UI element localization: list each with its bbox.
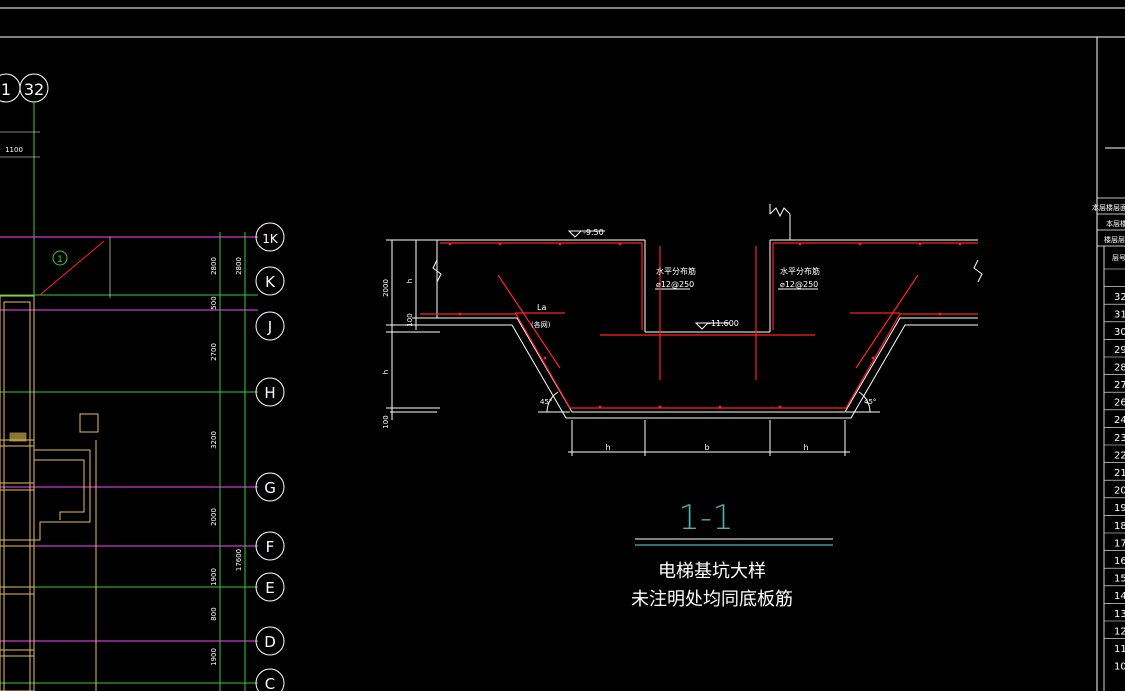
dim-label: h (605, 443, 610, 452)
section-title: 电梯基坑大样 (658, 561, 766, 582)
table-row-number: 19 (1114, 503, 1125, 514)
floor-plan: 1 32 1100 1 2800 2800 500 2700 3200 2000… (0, 73, 285, 691)
dim-label: h (803, 443, 808, 452)
table-header: 本层楼层面 (1092, 203, 1125, 212)
dim-label: 2000 (382, 279, 390, 297)
table-row-number: 17 (1114, 538, 1125, 549)
table-row-number: 29 (1114, 345, 1125, 356)
la-label: La (537, 303, 546, 312)
section-subtitle: 未注明处均同底板筋 (631, 589, 793, 610)
angle-label: 45° (864, 398, 876, 406)
table-row-number: 11 (1114, 644, 1125, 655)
table-row-number: 22 (1114, 450, 1125, 461)
dim-label: 2000 (210, 508, 218, 526)
axis-label: C (265, 675, 275, 691)
table-col-head: 层号 (1112, 254, 1125, 262)
dim-label: 100 (382, 415, 390, 428)
axis-label: 32 (24, 80, 44, 99)
dim-label: h (406, 279, 414, 283)
table-row-number: 24 (1114, 415, 1125, 426)
table-row-number: 10 (1114, 662, 1125, 673)
axis-label: E (265, 579, 274, 597)
rebar-note: 水平分布筋 (656, 266, 696, 276)
dim-label: 17600 (235, 549, 243, 571)
section-number: 1-1 (678, 498, 734, 538)
table-row-number: 26 (1114, 398, 1125, 409)
dim-label: b (704, 443, 709, 452)
dim-label: 1100 (5, 146, 23, 154)
table-row-number: 23 (1114, 433, 1125, 444)
rebar-note: ⌀12@250 (780, 280, 818, 289)
table-row-number: 21 (1114, 468, 1125, 479)
rebar-note: 水平分布筋 (780, 266, 820, 276)
table-row-number: 16 (1114, 556, 1125, 567)
table-row-number: 28 (1114, 362, 1125, 373)
table-row-number: 13 (1114, 609, 1125, 620)
axis-label: H (264, 384, 275, 402)
angle-label: 45° (540, 398, 552, 406)
axis-label: K (265, 273, 276, 291)
table-row-number: 32 (1114, 292, 1125, 303)
table-row-number: 31 (1114, 310, 1125, 321)
table-row-number: 27 (1114, 380, 1125, 391)
axis-label: 1K (262, 232, 279, 246)
dim-label: h (382, 370, 390, 374)
level-top: -9.50 (583, 228, 604, 237)
table-header: 本层楼层 (1106, 219, 1125, 228)
axis-label: F (266, 538, 275, 556)
drawing-frame (0, 7, 1125, 691)
table-header: 楼层层高 (1104, 235, 1125, 244)
dim-label: 800 (210, 607, 218, 620)
dim-label: 500 (210, 296, 218, 309)
axis-label: 1 (1, 80, 11, 99)
table-row-number: 20 (1114, 486, 1125, 497)
dim-label: 100 (406, 313, 414, 326)
cad-canvas[interactable]: 1 32 1100 1 2800 2800 500 2700 3200 2000… (0, 0, 1125, 691)
note-bubble-label: 1 (57, 255, 63, 265)
table-row-number: 15 (1114, 574, 1125, 585)
axis-bubbles-right (255, 222, 285, 691)
dim-label: 2800 (235, 257, 243, 275)
dim-label: 1900 (210, 568, 218, 586)
dim-label: 2700 (210, 343, 218, 361)
axis-label: G (264, 479, 276, 497)
axis-label: J (267, 318, 272, 336)
table-row-number: 12 (1114, 626, 1125, 637)
dim-label: 3200 (210, 431, 218, 449)
la-note: (各网) (531, 320, 551, 329)
table-row-number: 14 (1114, 591, 1125, 602)
pit-section: -9.50 -11.600 水平分布筋 ⌀12@250 水平分布筋 ⌀12@25… (382, 204, 983, 610)
axis-label: D (264, 633, 276, 651)
table-row-number: 18 (1114, 521, 1125, 532)
rebar-note: ⌀12@250 (656, 280, 694, 289)
level-bottom: -11.600 (708, 319, 739, 328)
dim-label: 1900 (210, 648, 218, 666)
table-row-number: 30 (1114, 327, 1125, 338)
dim-label: 2800 (210, 257, 218, 275)
